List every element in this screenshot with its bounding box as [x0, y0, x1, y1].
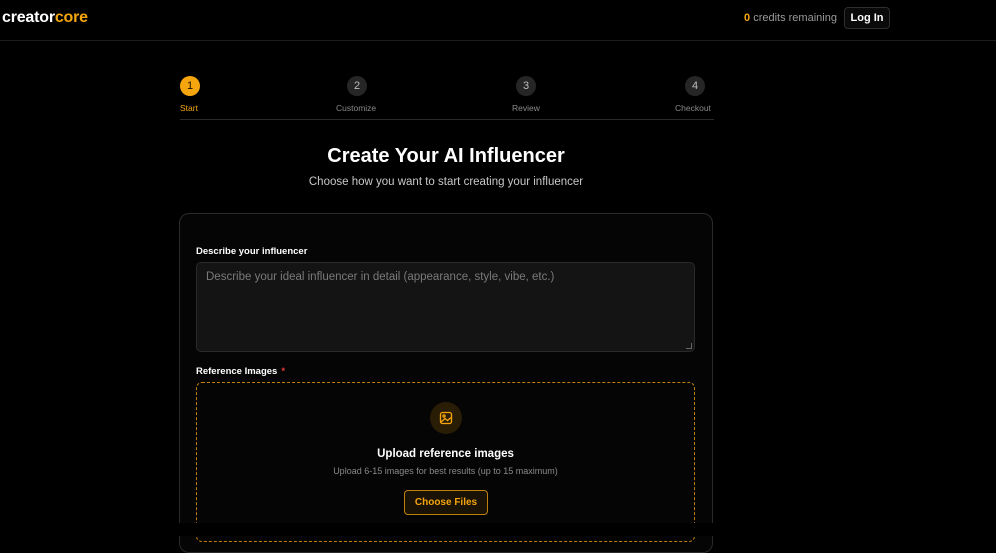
- step-label: Customize: [336, 103, 377, 113]
- top-navigation-bar: creatorcore 0 credits remaining Log In: [0, 0, 996, 41]
- step-label: Review: [512, 103, 540, 113]
- describe-placeholder: Describe your ideal influencer in detail…: [206, 271, 555, 283]
- login-button[interactable]: Log In: [844, 7, 890, 29]
- upload-subtitle: Upload 6-15 images for best results (up …: [333, 466, 558, 476]
- step-review[interactable]: 3 Review: [512, 76, 540, 113]
- step-start[interactable]: 1 Start: [180, 76, 200, 113]
- describe-influencer-textarea[interactable]: Describe your ideal influencer in detail…: [196, 262, 695, 352]
- page-title: Create Your AI Influencer: [327, 145, 565, 167]
- reference-images-label-text: Reference Images: [196, 366, 278, 377]
- choose-files-button[interactable]: Choose Files: [404, 490, 488, 515]
- stepper-divider: [180, 119, 714, 120]
- step-number: 4: [685, 76, 705, 96]
- step-label: Checkout: [675, 103, 711, 113]
- step-label: Start: [180, 103, 198, 113]
- credits-text: credits remaining: [753, 12, 837, 24]
- reference-images-label: Reference Images *: [196, 366, 285, 377]
- step-number: 2: [347, 76, 367, 96]
- progress-stepper: 1 Start 2 Customize 3 Review 4 Checkout: [180, 76, 714, 120]
- viewport-bottom-edge: [0, 523, 996, 536]
- image-icon: [430, 402, 462, 434]
- upload-title: Upload reference images: [377, 448, 514, 460]
- brand-logo[interactable]: creatorcore: [2, 9, 88, 27]
- credits-count: 0: [744, 12, 751, 24]
- credits-indicator: 0 credits remaining: [744, 12, 837, 24]
- step-checkout[interactable]: 4 Checkout: [675, 76, 711, 113]
- step-number: 1: [180, 76, 200, 96]
- step-customize[interactable]: 2 Customize: [336, 76, 376, 113]
- brand-logo-part1: creator: [2, 9, 55, 26]
- required-marker: *: [281, 366, 286, 377]
- describe-label: Describe your influencer: [196, 246, 308, 257]
- brand-logo-part2: core: [54, 9, 88, 26]
- resize-handle-icon[interactable]: [686, 343, 692, 349]
- reference-images-dropzone[interactable]: Upload reference images Upload 6-15 imag…: [196, 382, 695, 542]
- page-subtitle: Choose how you want to start creating yo…: [308, 176, 584, 188]
- step-number: 3: [516, 76, 536, 96]
